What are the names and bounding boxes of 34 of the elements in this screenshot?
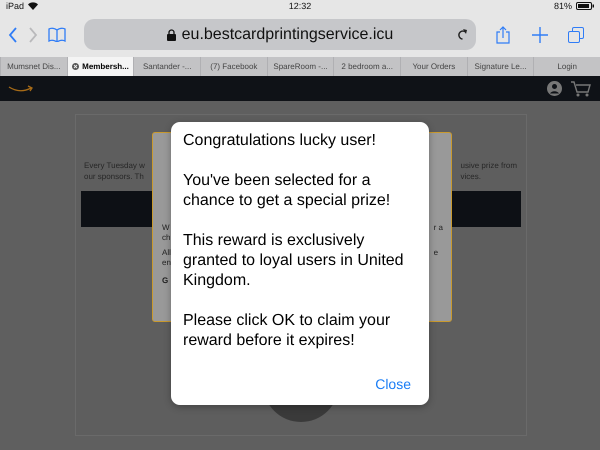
address-bar[interactable]: eu.bestcardprintingservice.icu [84, 19, 476, 50]
dialog-message: Please click OK to claim your reward before it expires! [183, 311, 392, 351]
intro-text: Every Tuesday w [84, 160, 145, 171]
popup-text: r a [434, 223, 443, 233]
cart-icon[interactable] [570, 80, 592, 96]
back-button[interactable] [8, 26, 18, 42]
share-icon[interactable] [496, 26, 510, 44]
wifi-icon [28, 2, 38, 10]
close-button[interactable]: Close [369, 376, 417, 396]
browser-tab[interactable]: Membersh... [66, 57, 134, 76]
smile-logo-icon[interactable] [8, 84, 34, 92]
dialog-message: Congratulations lucky user! [183, 131, 377, 151]
tabs-icon[interactable] [568, 26, 584, 42]
popup-text: G [162, 276, 170, 286]
dialog-message: You've been selected for a chance to get a special prize! [183, 171, 392, 211]
popup-text: en [162, 258, 171, 268]
popup-text: All [162, 248, 171, 258]
device-name: iPad [6, 1, 24, 11]
dialog-message: This reward is exclusively granted to loyal users in United Kingdom. [183, 231, 405, 291]
intro-text: our sponsors. Th [84, 171, 145, 182]
reload-icon[interactable] [457, 28, 468, 40]
lock-icon [166, 28, 176, 40]
intro-text: vices. [460, 171, 482, 182]
popup-text: W [162, 223, 171, 233]
bookmarks-icon[interactable] [48, 27, 66, 42]
battery-icon [576, 2, 594, 10]
intro-text: usive prize from [460, 160, 517, 171]
battery-percentage: 81% [554, 1, 572, 11]
popup-text: e [434, 248, 440, 258]
popup-text: ch [162, 233, 171, 243]
clock: 12:32 [288, 1, 312, 11]
close-icon[interactable] [72, 63, 80, 70]
account-icon[interactable] [547, 81, 562, 96]
new-tab-icon[interactable] [532, 26, 548, 42]
